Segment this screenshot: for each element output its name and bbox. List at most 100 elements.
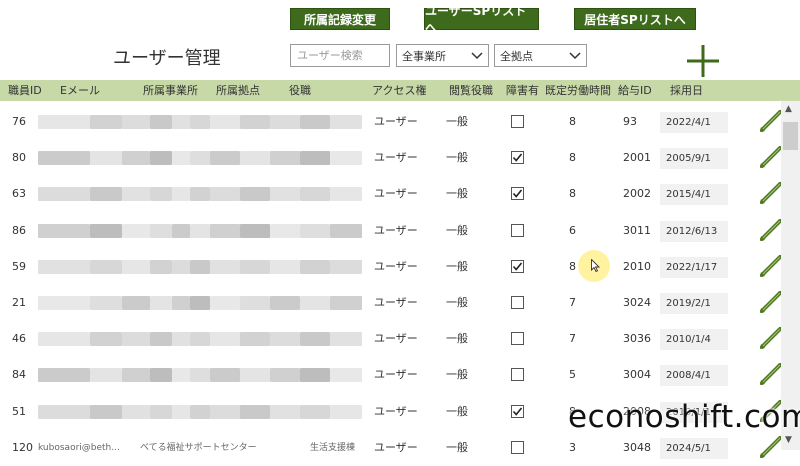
disabled-checkbox[interactable]: [511, 332, 524, 346]
cell-staff-id: 84: [12, 368, 26, 382]
disabled-checkbox[interactable]: [511, 296, 524, 309]
hire-date-field[interactable]: 2010/1/4: [660, 329, 728, 351]
hire-date-field[interactable]: 2008/4/1: [660, 365, 728, 387]
disabled-checkbox[interactable]: [511, 223, 524, 237]
disabled-checkbox[interactable]: [511, 440, 524, 454]
cell-view-role: 一般: [446, 223, 468, 237]
site-filter-dropdown[interactable]: 全拠点: [494, 44, 587, 67]
disabled-checkbox[interactable]: [511, 187, 524, 201]
cell-pay-id: 2001: [623, 151, 651, 165]
cell-pay-id: 3024: [623, 296, 651, 309]
redacted-blur-block: [270, 187, 300, 202]
redacted-blur-block: [210, 404, 240, 419]
redacted-blur-block: [90, 296, 122, 310]
cell-staff-id: 21: [12, 296, 26, 309]
redacted-blur-block: [38, 151, 90, 166]
belonging-record-change-button[interactable]: 所属記録変更: [290, 8, 390, 30]
hire-date-field[interactable]: 2022/4/1: [660, 112, 728, 133]
cell-pay-id: 2010: [623, 259, 651, 273]
table-row: 59 ユーザー 一般 8 2010 2022/1/17: [0, 249, 782, 285]
cell-hours: 5: [569, 368, 576, 382]
redacted-blur-block: [150, 404, 172, 419]
scroll-up-arrow-icon[interactable]: ▲: [785, 104, 792, 114]
cell-view-role: 一般: [446, 187, 468, 201]
redacted-blur-block: [300, 259, 330, 274]
redacted-blur-block: [172, 404, 190, 419]
redacted-blur-block: [240, 115, 270, 129]
redacted-blur-block: [190, 332, 210, 347]
redacted-blur-block: [300, 115, 330, 129]
disabled-checkbox[interactable]: [511, 115, 524, 128]
cell-access: ユーザー: [374, 368, 418, 382]
hire-date-field[interactable]: 2019/2/1: [660, 293, 728, 314]
add-user-icon[interactable]: [686, 44, 720, 78]
redacted-blur-block: [190, 151, 210, 166]
hire-date-field[interactable]: 2005/9/1: [660, 148, 728, 170]
redacted-blur-block: [172, 259, 190, 274]
user-sp-list-button[interactable]: ユーザーSPリストへ: [424, 4, 539, 35]
office-filter-dropdown[interactable]: 全事業所: [396, 44, 489, 67]
cell-access: ユーザー: [374, 259, 418, 273]
table-row: 84 ユーザー 一般 5 3004 2008/4/1: [0, 357, 782, 393]
table-row: 46 ユーザー 一般 7 3036 2010/1/4: [0, 321, 782, 357]
col-site: 所属拠点: [216, 84, 260, 97]
chevron-down-icon: [569, 51, 581, 59]
user-search-input[interactable]: [290, 44, 390, 67]
cell-hours: 8: [569, 259, 576, 273]
redacted-blur-block: [90, 332, 122, 347]
disabled-checkbox[interactable]: [511, 151, 524, 165]
cell-view-role: 一般: [446, 332, 468, 346]
redacted-blur-block: [240, 223, 270, 238]
scroll-thumb[interactable]: [783, 122, 798, 150]
cell-hours: 8: [569, 151, 576, 165]
redacted-blur-block: [270, 259, 300, 274]
redacted-blur-block: [240, 332, 270, 347]
redacted-blur-block: [122, 115, 150, 129]
disabled-checkbox[interactable]: [511, 259, 524, 273]
scroll-down-arrow-icon[interactable]: ▼: [785, 435, 792, 445]
redacted-blur-block: [172, 296, 190, 310]
cell-hours: 8: [569, 115, 576, 128]
redacted-blur-block: [330, 115, 362, 129]
redacted-blur-block: [300, 223, 330, 238]
cell-pay-id: 3011: [623, 223, 651, 237]
vertical-scrollbar[interactable]: [781, 101, 800, 450]
table-header: 職員ID Eメール 所属事業所 所属拠点 役職 アクセス権 閲覧役職 障害有 既…: [0, 80, 800, 101]
disabled-checkbox[interactable]: [511, 404, 524, 418]
col-email: Eメール: [60, 84, 100, 97]
redacted-blur-block: [150, 259, 172, 274]
resident-sp-list-button[interactable]: 居住者SPリストへ: [574, 8, 696, 30]
hire-date-field[interactable]: 2012/6/13: [660, 220, 728, 242]
cell-view-role: 一般: [446, 296, 468, 309]
checkmark-icon: [512, 407, 523, 416]
hire-date-field[interactable]: 2024/5/1: [660, 437, 728, 459]
col-disabled: 障害有: [506, 84, 539, 97]
redacted-blur-block: [270, 151, 300, 166]
redacted-blur-block: [122, 296, 150, 310]
cell-view-role: 一般: [446, 115, 468, 128]
redacted-blur-block: [190, 115, 210, 129]
redacted-blur-block: [210, 187, 240, 202]
redacted-blur-block: [38, 404, 90, 419]
redacted-blur-block: [330, 368, 362, 383]
redacted-blur-block: [270, 332, 300, 347]
redacted-blur-block: [172, 115, 190, 129]
redacted-blur-block: [240, 151, 270, 166]
hire-date-field[interactable]: 2015/4/1: [660, 184, 728, 206]
redacted-blur-block: [210, 259, 240, 274]
cell-access: ユーザー: [374, 332, 418, 346]
redacted-blur-block: [38, 223, 90, 238]
redacted-blur-block: [210, 151, 240, 166]
disabled-checkbox[interactable]: [511, 368, 524, 382]
redacted-blur-block: [330, 223, 362, 238]
cell-access: ユーザー: [374, 115, 418, 128]
redacted-blur-block: [90, 223, 122, 238]
redacted-blur-block: [210, 223, 240, 238]
redacted-blur-block: [150, 296, 172, 310]
table-row: 76 ユーザー 一般 8 93 2022/4/1: [0, 104, 782, 140]
cell-pay-id: 2002: [623, 187, 651, 201]
hire-date-field[interactable]: 2022/1/17: [660, 256, 728, 278]
redacted-blur-block: [190, 223, 210, 238]
redacted-blur-block: [240, 187, 270, 202]
redacted-blur-block: [300, 151, 330, 166]
